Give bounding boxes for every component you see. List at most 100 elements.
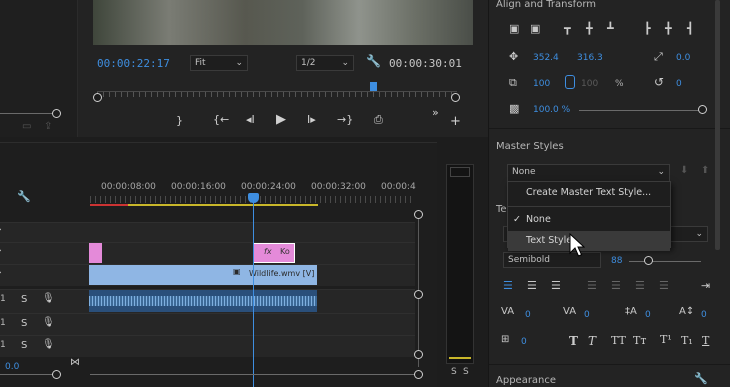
menu-item-none[interactable]: ✓ None	[508, 209, 670, 231]
opacity-icon: ▩	[509, 102, 520, 115]
anchor-value[interactable]: 0.0	[676, 53, 690, 63]
fit-select[interactable]: Fit ⌄	[190, 55, 248, 71]
video-track-2[interactable]	[0, 242, 415, 264]
align-right-icon[interactable]: ┫	[687, 22, 694, 35]
menu-separator	[508, 206, 670, 207]
zoom-start-knob[interactable]	[93, 93, 102, 102]
mark-out-icon[interactable]: }	[176, 114, 183, 127]
font-size-value[interactable]: 88	[611, 256, 622, 266]
step-forward-icon[interactable]: I▸	[307, 113, 316, 126]
solo-button[interactable]: S	[21, 294, 27, 305]
master-styles-select[interactable]: None ⌄	[507, 164, 670, 182]
bottom-value[interactable]: 0.0	[5, 362, 19, 372]
align-vertical-center-icon[interactable]: ▣	[509, 22, 519, 35]
playhead-handle[interactable]	[248, 193, 259, 203]
leading-value[interactable]: 0	[645, 310, 651, 320]
align-left-icon[interactable]: ┣	[644, 22, 651, 35]
timeline-hscroll-knob[interactable]	[414, 370, 423, 379]
video-clip-name: Wildlife.wmv [V]	[249, 269, 315, 278]
wrench-icon[interactable]: 🔧	[366, 54, 381, 68]
left-panel-strip: ▭ ⇪	[0, 0, 78, 137]
scrub-ruler[interactable]	[97, 91, 457, 97]
solo-button[interactable]: S	[21, 340, 27, 351]
eye-icon[interactable]: ›	[0, 246, 2, 256]
video-track-3[interactable]	[0, 222, 415, 242]
vscroll-knob-mid[interactable]	[414, 290, 423, 299]
tracking-value[interactable]: 0	[584, 310, 590, 320]
kerning-value[interactable]: 0	[525, 310, 531, 320]
tsume-value[interactable]: 0	[521, 337, 527, 347]
go-to-in-icon[interactable]: {←	[213, 113, 229, 126]
small-caps-button[interactable]: Tт	[633, 334, 646, 347]
audio-track-2[interactable]	[0, 313, 415, 335]
graphic-clip-small[interactable]	[89, 243, 102, 263]
graphic-clip[interactable]: fx Ko	[253, 243, 295, 263]
microphone-icon[interactable]: 🎙	[42, 317, 55, 328]
all-caps-button[interactable]: TT	[611, 334, 626, 347]
current-timecode[interactable]: 00:00:22:17	[97, 57, 170, 70]
left-scroll-knob[interactable]	[52, 109, 61, 118]
play-icon[interactable]: ▶	[276, 112, 286, 127]
go-to-out-icon[interactable]: →}	[337, 113, 353, 126]
zoom-arrows-icon[interactable]: ⋈	[70, 357, 80, 368]
vscroll-knob-bottom[interactable]	[414, 350, 423, 359]
menu-item-text-style[interactable]: Text Style	[508, 231, 670, 251]
baseline-value[interactable]: 0	[701, 310, 707, 320]
eye-icon[interactable]: ›	[0, 268, 2, 278]
solo-button[interactable]: S	[21, 318, 27, 329]
justify-last-left-icon[interactable]: ☰	[587, 279, 597, 292]
text-direction-icon[interactable]: ⇥	[701, 279, 710, 292]
opacity-value[interactable]: 100.0 %	[533, 105, 570, 115]
overflow-icon[interactable]: »	[432, 106, 439, 119]
audio-track-3[interactable]	[0, 335, 415, 357]
position-x-value[interactable]: 352.4	[533, 53, 559, 63]
rotation-value[interactable]: 0	[676, 79, 682, 89]
align-horizontal-center-icon[interactable]: ▣	[530, 22, 540, 35]
align-text-left-icon[interactable]: ☰	[503, 279, 513, 292]
meter-solo-right[interactable]: S	[463, 367, 469, 377]
menu-item-label: Text Style	[526, 235, 573, 246]
resolution-select[interactable]: 1/2 ⌄	[296, 55, 354, 71]
link-scale-icon[interactable]	[565, 75, 575, 89]
scale-width-value[interactable]: 100	[533, 79, 550, 89]
video-clip[interactable]: ▣ Wildlife.wmv [V]	[89, 265, 317, 285]
microphone-icon[interactable]: 🎙	[42, 293, 55, 304]
add-button-icon[interactable]: +	[450, 114, 461, 129]
meter-solo-left[interactable]: S	[451, 367, 457, 377]
align-bottom-icon[interactable]: ┻	[607, 22, 614, 35]
justify-last-right-icon[interactable]: ☰	[635, 279, 645, 292]
zoom-end-knob[interactable]	[451, 93, 460, 102]
underline-button[interactable]: T	[702, 334, 709, 347]
menu-item-create-master-style[interactable]: Create Master Text Style...	[508, 182, 670, 204]
faux-bold-button[interactable]: T	[569, 334, 578, 348]
font-style-select[interactable]: Semibold	[503, 252, 601, 268]
audio-meter	[446, 164, 474, 364]
audio-clip[interactable]	[89, 290, 317, 312]
align-text-right-icon[interactable]: ☰	[551, 279, 561, 292]
position-y-value[interactable]: 316.3	[577, 53, 603, 63]
panel-scrollbar[interactable]	[715, 0, 720, 250]
h-scroll-knob[interactable]	[52, 370, 61, 379]
subscript-button[interactable]: T₁	[681, 334, 693, 347]
vscroll-knob-top[interactable]	[414, 210, 423, 219]
audio-track-label: 1	[0, 318, 6, 328]
text-section-title: Te	[496, 204, 507, 215]
align-middle-icon[interactable]: ╋	[586, 22, 593, 35]
anchor-icon: ⤢	[654, 50, 663, 63]
font-size-slider-knob[interactable]	[644, 256, 653, 265]
align-top-icon[interactable]: ┳	[564, 22, 571, 35]
export-frame-icon[interactable]: ⎙	[374, 113, 383, 127]
playhead-marker[interactable]	[370, 82, 377, 91]
step-back-icon[interactable]: ◂I	[246, 113, 255, 126]
justify-all-icon[interactable]: ☰	[659, 279, 669, 292]
eye-icon[interactable]: ›	[0, 225, 2, 235]
align-center-icon[interactable]: ╋	[665, 22, 672, 35]
faux-italic-button[interactable]: T	[588, 334, 596, 348]
microphone-icon[interactable]: 🎙	[42, 339, 55, 350]
wrench-icon[interactable]: 🔧	[694, 372, 708, 385]
wrench-icon[interactable]: 🔧	[17, 190, 31, 203]
justify-last-center-icon[interactable]: ☰	[611, 279, 621, 292]
superscript-button[interactable]: T¹	[660, 333, 672, 346]
align-text-center-icon[interactable]: ☰	[527, 279, 537, 292]
opacity-slider-knob[interactable]	[698, 105, 707, 114]
